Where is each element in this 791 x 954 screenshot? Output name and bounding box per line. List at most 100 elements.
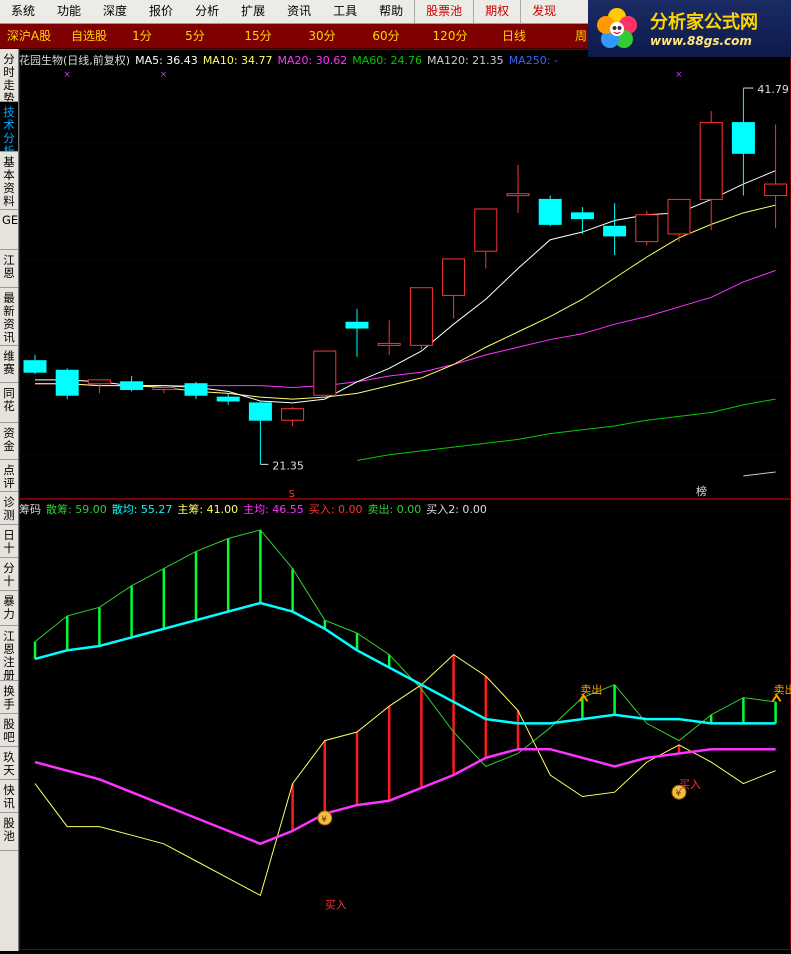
menu-item-3[interactable]: 报价 [138, 0, 184, 23]
candle-down [570, 212, 594, 220]
candle-up [442, 258, 466, 296]
ma250-label: MA250: - [508, 54, 558, 67]
menu-red-item-2[interactable]: 发现 [520, 0, 567, 23]
buy-moneybag-1-glyph: ¥ [321, 815, 327, 825]
candle-down [120, 381, 144, 390]
main-peak-line [34, 653, 776, 897]
ma-cross-marker: × [675, 70, 683, 80]
ma10-label: MA10: 34.77 [202, 54, 273, 67]
candle-down [731, 122, 755, 154]
light-avg-line [34, 601, 776, 725]
menu-item-8[interactable]: 帮助 [368, 0, 414, 23]
left-tab-8[interactable]: 资金 [0, 423, 18, 460]
period-tab-1[interactable]: 自选股 [58, 24, 120, 48]
ma-cross-marker: × [160, 70, 168, 80]
left-tab-14[interactable]: 江恩注册 [0, 626, 18, 681]
candle-up [699, 122, 723, 200]
left-tab-16[interactable]: 股吧 [0, 714, 18, 747]
light-peak-line [34, 529, 776, 767]
left-tab-5[interactable]: 最新资讯 [0, 288, 18, 346]
main-panel-frame [19, 49, 791, 499]
candle-up [281, 408, 305, 421]
menu-item-2[interactable]: 深度 [92, 0, 138, 23]
menu-item-7[interactable]: 工具 [322, 0, 368, 23]
low-label: 21.35 [272, 459, 304, 472]
period-tab-0[interactable]: 深沪A股 [0, 24, 58, 48]
ma-cross-marker: × [63, 70, 71, 80]
left-tab-6[interactable]: 维赛 [0, 346, 18, 383]
left-tab-1[interactable]: 技术分析 [0, 102, 18, 152]
left-tab-2[interactable]: 基本资料 [0, 152, 18, 210]
s-marker: S [289, 489, 295, 500]
left-tab-3[interactable]: GET [0, 210, 18, 250]
left-tab-10[interactable]: 诊测 [0, 492, 18, 525]
left-tab-13[interactable]: 暴力 [0, 591, 18, 626]
left-tab-17[interactable]: 玖天 [0, 747, 18, 780]
menu-item-1[interactable]: 功能 [46, 0, 92, 23]
left-tab-0[interactable]: 分时走势 [0, 49, 18, 102]
ma20-label: MA20: 30.62 [277, 54, 348, 67]
left-tab-9[interactable]: 点评 [0, 460, 18, 492]
ma60-line [356, 398, 776, 462]
zhucou-label: 主筹: 41.00 [177, 503, 239, 516]
candle-up [87, 379, 111, 385]
period-tab-3[interactable]: 5分 [164, 24, 226, 48]
left-tab-18[interactable]: 快讯 [0, 780, 18, 813]
menu-item-5[interactable]: 扩展 [230, 0, 276, 23]
left-tab-19[interactable]: 股池 [0, 813, 18, 851]
chart-area[interactable]: 41.79 21.35 S 榜 × × × ¥ 买入 ¥ 买入 卖出 卖出 花园生物(日线,前复权) MA… [19, 49, 791, 951]
stock-title: 花园生物(日线,前复权) [19, 54, 131, 67]
left-tab-4[interactable]: 江恩 [0, 250, 18, 288]
period-tab-6[interactable]: 60分 [354, 24, 418, 48]
period-tab-2[interactable]: 1分 [120, 24, 164, 48]
left-tab-12[interactable]: 分十 [0, 558, 18, 591]
menu-red-item-1[interactable]: 期权 [473, 0, 520, 23]
logo-url: www.88gs.com [650, 34, 752, 48]
bang-marker: 榜 [696, 484, 707, 498]
period-tab-5[interactable]: 30分 [290, 24, 354, 48]
candle-up [764, 183, 788, 197]
sell-label: 卖出: 0.00 [367, 503, 422, 516]
period-tab-4[interactable]: 15分 [226, 24, 290, 48]
buy-signal-label: 买入 [679, 778, 701, 791]
menu-item-0[interactable]: 系统 [0, 0, 46, 23]
candle-down [55, 369, 79, 396]
buy-label: 买入: 0.00 [308, 503, 363, 516]
menu-item-6[interactable]: 资讯 [276, 0, 322, 23]
main-info-line: 花园生物(日线,前复权) MA5: 36.43 MA10: 34.77 MA20: 3… [19, 52, 563, 68]
candle-up [152, 387, 176, 391]
sanjun-label: 散均: 55.27 [111, 503, 173, 516]
buy2-label: 买入2: 0.00 [426, 503, 487, 516]
candle-down [216, 396, 240, 402]
candle-up [667, 198, 691, 235]
candle-down [184, 383, 208, 396]
left-tab-bar: 分时走势技术分析基本资料GET江恩最新资讯维赛同花资金点评诊测日十分十暴力江恩注… [0, 49, 19, 951]
sub-info-line: 筹码 散筹: 59.00 散均: 55.27 主筹: 41.00 主均: 46.55 买入… [19, 501, 492, 517]
ma10-line [35, 204, 776, 400]
period-tab-8[interactable]: 日线 [482, 24, 546, 48]
candle-up [377, 342, 401, 346]
buy-signal-label: 买入 [325, 898, 347, 911]
sancou-label: 散筹: 59.00 [46, 503, 107, 516]
high-label: 41.79 [757, 83, 789, 96]
zhujun-label: 主均: 46.55 [243, 503, 304, 516]
left-tab-15[interactable]: 换手 [0, 681, 18, 714]
menu-item-4[interactable]: 分析 [184, 0, 230, 23]
left-tab-11[interactable]: 日十 [0, 525, 18, 558]
candle-up [635, 214, 659, 243]
kline-chart[interactable]: 41.7921.35S 榜× × ×¥买入¥买入卖出 卖出 [19, 49, 791, 951]
ma60-label: MA60: 24.76 [352, 54, 422, 67]
candle-down [23, 360, 47, 373]
ma5-line [35, 170, 776, 404]
period-tab-7[interactable]: 120分 [418, 24, 482, 48]
candle-down [603, 225, 627, 237]
menu-red-item-0[interactable]: 股票池 [414, 0, 473, 23]
candle-up [474, 208, 498, 252]
candle-up [313, 350, 337, 396]
ma20-line [35, 269, 776, 389]
sell-signal-label: 卖出 [580, 682, 602, 696]
candle-down [345, 321, 369, 329]
ma5-label: MA5: 36.43 [135, 54, 198, 67]
candle-down [538, 198, 562, 225]
left-tab-7[interactable]: 同花 [0, 383, 18, 423]
